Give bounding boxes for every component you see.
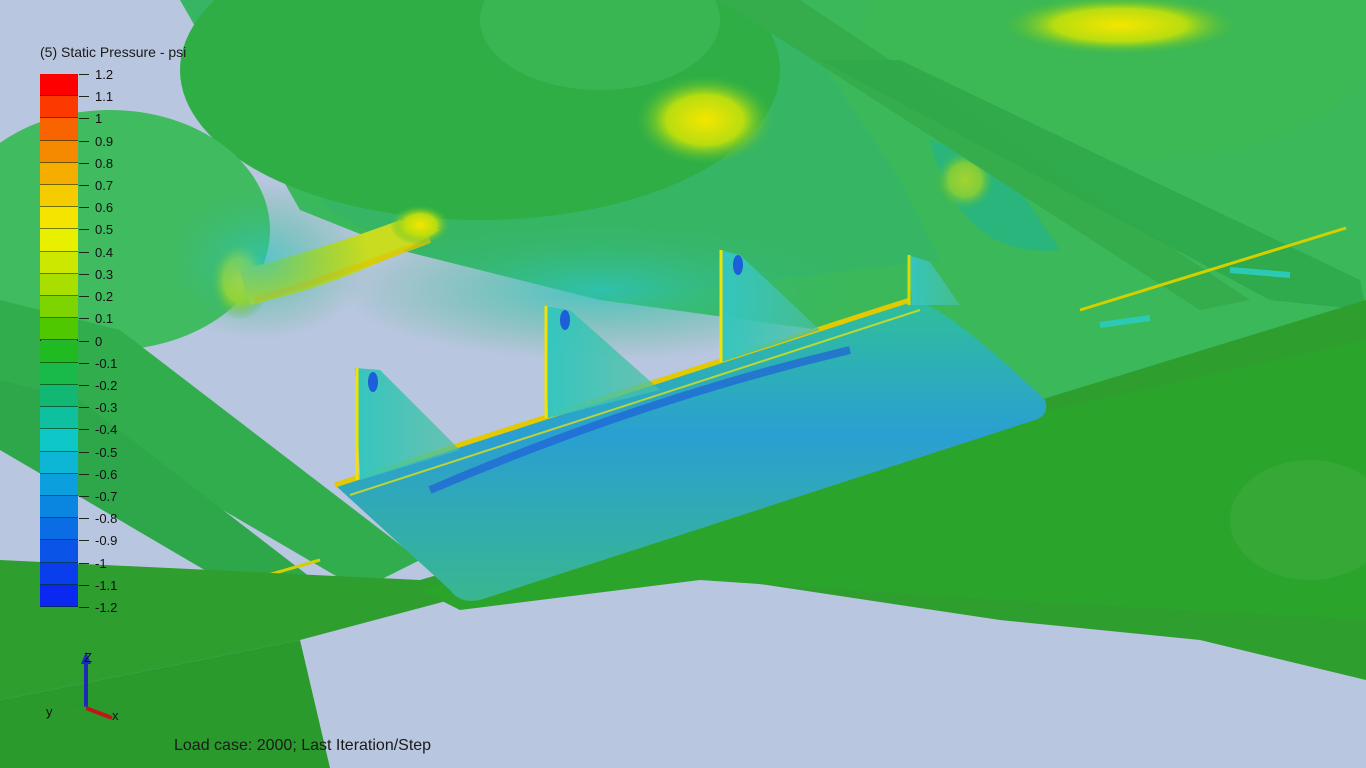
legend-tick: [79, 118, 89, 120]
legend-tick-label: 0.3: [95, 266, 114, 282]
legend-swatch: [40, 407, 78, 430]
color-legend-bar: [40, 74, 78, 607]
legend-tick-label: -0.6: [95, 466, 118, 482]
legend-tick-label: -0.1: [95, 355, 118, 371]
legend-tick: [79, 318, 89, 320]
legend-tick: [79, 562, 89, 564]
legend-tick: [79, 407, 89, 409]
legend-tick-label: -0.7: [95, 488, 118, 504]
legend-tick: [79, 429, 89, 431]
legend-tick-label: 0.8: [95, 155, 114, 171]
graphics-viewport[interactable]: (5) Static Pressure - psi 1.2 1.1 1 0.9 0.8 0…: [0, 0, 1366, 768]
legend-tick-label: -0.3: [95, 400, 118, 416]
legend-swatch: [40, 74, 78, 97]
legend-swatch: [40, 584, 78, 607]
legend-swatch: [40, 518, 78, 541]
legend-tick-label: 0.9: [95, 133, 114, 149]
legend-tick-label: 0.7: [95, 178, 114, 194]
legend-swatch: [40, 362, 78, 385]
legend-swatch: [40, 140, 78, 163]
legend-tick-label: 0.4: [95, 244, 114, 260]
legend-swatch: [40, 429, 78, 452]
legend-swatch: [40, 318, 78, 341]
legend-tick: [79, 607, 89, 608]
legend-tick: [79, 207, 89, 209]
legend-swatch: [40, 540, 78, 563]
legend-tick-label: 0.2: [95, 289, 114, 305]
triad-x-label: x: [112, 708, 119, 723]
legend-swatch: [40, 273, 78, 297]
legend-tick: [79, 96, 89, 98]
legend-tick: [79, 296, 89, 298]
legend-tick-label: -0.8: [95, 511, 118, 527]
legend-tick-label: 1: [95, 111, 103, 127]
load-case-status: Load case: 2000; Last Iteration/Step: [174, 737, 432, 754]
legend-swatch: [40, 118, 78, 141]
legend-tick-label: -1.1: [95, 577, 118, 593]
triad-y-label: y: [46, 704, 53, 719]
legend-swatch: [40, 96, 78, 119]
legend-tick-label: -0.4: [95, 422, 118, 438]
legend-tick: [79, 384, 89, 386]
legend-swatch: [40, 340, 78, 363]
legend-tick: [79, 362, 89, 364]
legend-swatch: [40, 251, 78, 274]
legend-tick: [79, 251, 89, 253]
legend-swatch: [40, 185, 78, 208]
legend-tick: [79, 540, 89, 542]
legend-tick: [79, 273, 89, 275]
legend-tick-label: -0.2: [95, 377, 118, 393]
axis-triad-icon: Z y x: [46, 650, 119, 723]
legend-tick-label: -1: [95, 555, 107, 571]
legend-tick-label: 0.6: [95, 200, 114, 216]
legend-title: (5) Static Pressure - psi: [40, 44, 187, 60]
legend-tick-label: -0.9: [95, 533, 118, 549]
legend-tick: [79, 340, 89, 342]
legend-tick: [79, 495, 89, 497]
legend-tick: [79, 229, 89, 231]
legend-tick: [79, 185, 89, 187]
legend-tick: [79, 140, 89, 142]
triad-z-label: Z: [84, 650, 92, 665]
legend-tick: [79, 584, 89, 586]
legend-swatch: [40, 473, 78, 496]
legend-swatch: [40, 162, 78, 186]
legend-tick-label: 0.5: [95, 222, 114, 238]
legend-tick: [79, 162, 89, 164]
legend-swatch: [40, 562, 78, 585]
legend-tick-label: -0.5: [95, 444, 118, 460]
legend-swatch: [40, 207, 78, 230]
legend-tick: [79, 451, 89, 453]
legend-tick-label: 0: [95, 333, 103, 349]
legend-tick-label: 1.2: [95, 67, 114, 82]
legend-swatch: [40, 229, 78, 252]
legend-swatch: [40, 296, 78, 319]
legend-tick-label: -1.2: [95, 600, 118, 615]
legend-tick: [79, 74, 89, 75]
legend-tick: [79, 473, 89, 475]
legend-tick: [79, 518, 89, 520]
legend-swatch: [40, 451, 78, 474]
legend-tick-label: 1.1: [95, 89, 114, 105]
legend-tick-label: 0.1: [95, 311, 114, 327]
legend-swatch: [40, 495, 78, 519]
cfd-model-render[interactable]: [0, 0, 1366, 768]
legend-swatch: [40, 384, 78, 408]
